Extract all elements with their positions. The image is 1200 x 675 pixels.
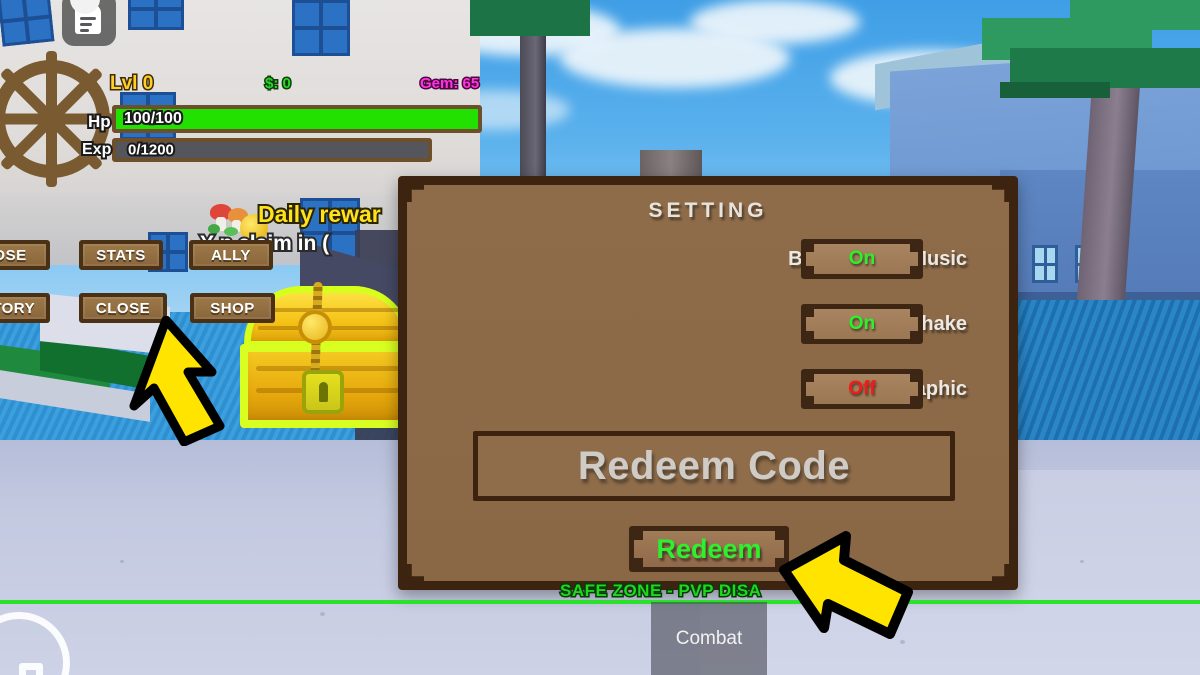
menu-button-ally[interactable]: ALLY (189, 240, 273, 270)
redeem-button-label: Redeem (656, 533, 762, 564)
toggle-corner (806, 396, 814, 404)
toggle-corner (910, 396, 918, 404)
doc-line (80, 17, 96, 20)
chest-plank-line (258, 326, 406, 330)
toggle-value-camera-shake: On (848, 313, 876, 334)
toggle-camera-shake[interactable]: On (801, 304, 923, 344)
toggle-corner (910, 244, 918, 252)
setting-row-low-graphic: Low Graphic Off (407, 367, 1027, 411)
building-window (128, 0, 184, 30)
toggle-corner (806, 331, 814, 339)
toggle-value-low-graphic: Off (848, 378, 876, 399)
ground-speck (120, 560, 124, 563)
toggle-corner (910, 266, 918, 274)
redeem-code-placeholder: Redeem Code (577, 443, 851, 488)
hp-value: 100/100 (122, 108, 184, 129)
toggle-corner (910, 331, 918, 339)
exp-label: Exp (80, 139, 113, 160)
redeem-code-input[interactable]: Redeem Code (473, 431, 955, 501)
menu-button-inventory-partial[interactable]: NTORY (0, 293, 50, 323)
toggle-background-music[interactable]: On (801, 239, 923, 279)
tree-foliage (1070, 0, 1200, 30)
game-screenshot: Lvl 0 $: 0 Gem: 65 Hp 100/100 Exp 0/1200… (0, 0, 1200, 675)
menu-button-stats[interactable]: STATS (79, 240, 163, 270)
combat-label: Combat (675, 627, 743, 649)
building-window (0, 0, 55, 47)
hp-label: Hp (86, 110, 113, 133)
chest-plank-line (258, 308, 406, 312)
wheel-hub (37, 105, 65, 133)
chest-lock-icon (302, 370, 344, 414)
building-window (1032, 245, 1058, 283)
gem-label: Gem: 65 (418, 74, 480, 94)
setting-row-background-music: Background Music On (407, 237, 1027, 281)
toggle-corner (806, 309, 814, 317)
exp-bar[interactable]: 0/1200 (112, 138, 432, 162)
safe-zone-text: SAFE ZONE - PVP DISA (558, 580, 762, 602)
ground-speck (1080, 560, 1084, 563)
page-title: SETTING (648, 199, 768, 222)
level-label: Lvl 0 (108, 72, 154, 96)
panel-corner (407, 564, 424, 581)
panel-corner (992, 564, 1009, 581)
doc-line (80, 23, 92, 26)
settings-panel: SETTING Background Music On Camera Shake (398, 176, 1018, 590)
combat-mode-indicator[interactable]: Combat (651, 602, 767, 675)
chest-coin-icon (298, 310, 332, 344)
tree-foliage (470, 0, 590, 36)
redeem-button[interactable]: Redeem (629, 526, 789, 572)
setting-row-camera-shake: Camera Shake On (407, 302, 1027, 346)
toggle-corner (910, 374, 918, 382)
joystick-inner (19, 663, 43, 675)
button-corner (634, 558, 643, 567)
exp-value: 0/1200 (126, 140, 176, 161)
menu-button-close-partial[interactable]: OSE (0, 240, 50, 270)
toggle-low-graphic[interactable]: Off (801, 369, 923, 409)
toggle-corner (910, 309, 918, 317)
annotation-arrow-redeem (778, 522, 920, 644)
toggle-corner (806, 374, 814, 382)
daily-reward-title: Daily rewar (256, 199, 383, 229)
cloud (690, 0, 860, 44)
toggle-value-background-music: On (848, 248, 876, 269)
chest-keyhole (319, 382, 328, 402)
ground-speck (320, 612, 325, 616)
doc-line (80, 29, 89, 32)
tree-foliage (1000, 82, 1110, 98)
toggle-corner (806, 266, 814, 274)
button-corner (634, 531, 643, 540)
annotation-arrow-close (112, 316, 240, 446)
hp-bar[interactable]: 100/100 (112, 105, 482, 133)
hud-stats-row: Lvl 0 $: 0 Gem: 65 (108, 72, 530, 99)
money-label: $: 0 (264, 74, 293, 94)
building-window (292, 0, 350, 56)
toggle-corner (806, 244, 814, 252)
